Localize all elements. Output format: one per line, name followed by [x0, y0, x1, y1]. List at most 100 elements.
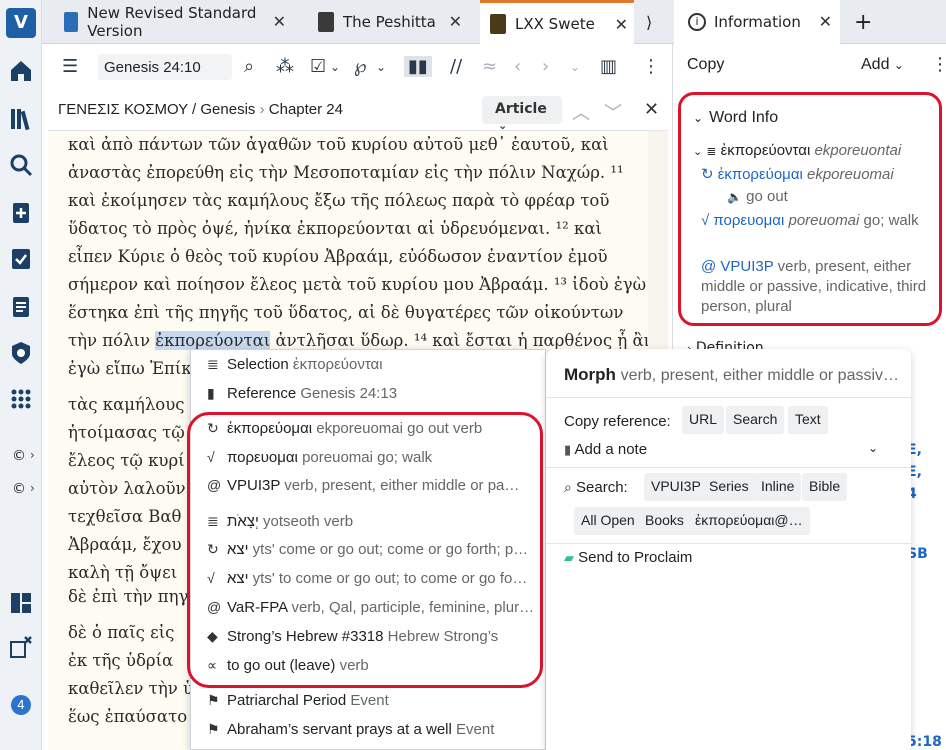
- search-lemma-button[interactable]: ἐκπορεύομαι@…: [688, 507, 810, 535]
- chevron-down-icon[interactable]: ⌄: [376, 60, 386, 74]
- breadcrumb-path[interactable]: ΓΕΝΕΣΙΣ ΚΟΣΜΟΥ / Genesis › Chapter 24: [58, 101, 343, 118]
- search-icon[interactable]: [8, 152, 34, 178]
- selected-word[interactable]: ἐκπορεύονται: [155, 331, 271, 350]
- note-icon: ▮: [564, 442, 572, 457]
- add-button[interactable]: Add ⌄: [861, 56, 904, 74]
- book-icon: [318, 12, 334, 32]
- checklist-icon[interactable]: [8, 246, 34, 272]
- tab-peshitta[interactable]: The Peshitta ✕: [318, 0, 468, 44]
- tab-label: LXX Swete: [515, 14, 595, 33]
- library-icon[interactable]: [8, 106, 34, 132]
- panel-layout-icon[interactable]: ▥: [600, 56, 617, 77]
- columns-icon[interactable]: ▮▮: [404, 56, 432, 77]
- tab-scroll-right[interactable]: ⟩: [646, 0, 672, 44]
- add-note-button[interactable]: ▮ Add a note: [564, 441, 647, 458]
- more-options-icon[interactable]: ⋮: [931, 54, 946, 75]
- reference-input[interactable]: [98, 54, 232, 80]
- new-tab-button[interactable]: +: [854, 0, 878, 44]
- chevron-right-icon[interactable]: ›: [30, 448, 35, 462]
- root-row[interactable]: √ πορευομαι poreuomai go; walk: [701, 211, 929, 231]
- search-label: ⌕ Search:: [564, 479, 628, 496]
- chevron-down-icon[interactable]: ⌄: [570, 60, 580, 74]
- interlinear-icon[interactable]: ℘: [354, 56, 367, 77]
- close-icon[interactable]: ✕: [615, 15, 628, 34]
- lemma-icon: ↻: [701, 166, 714, 183]
- chevron-down-icon[interactable]: ⌄: [330, 60, 340, 74]
- close-icon[interactable]: ✕: [644, 99, 659, 120]
- send-to-proclaim-button[interactable]: ▰ Send to Proclaim: [564, 549, 692, 566]
- sync-icon[interactable]: ≈: [482, 56, 497, 77]
- text-line: τὰς καμήλους: [68, 395, 185, 414]
- chevron-right-icon[interactable]: ⟩: [646, 13, 652, 32]
- chevron-down-icon[interactable]: ⌄: [868, 441, 878, 455]
- chevron-down-icon: ⌄: [693, 146, 703, 158]
- chevron-right-icon[interactable]: ›: [542, 56, 549, 77]
- speaker-icon: 🔈: [727, 190, 742, 204]
- surface-form-row[interactable]: ⌄ ≣ ἐκπορεύονται ekporeuontai: [693, 141, 929, 162]
- text-line: ἐκ τῆς ὑδρία: [68, 651, 174, 670]
- morph-row[interactable]: @ VPUI3P verb, present, either middle or…: [701, 257, 929, 317]
- lemma-row[interactable]: ↻ ἐκπορεύομαι ekporeuomai: [701, 165, 929, 185]
- tab-nrsv[interactable]: New Revised Standard Version ✕: [64, 0, 292, 44]
- tab-information[interactable]: i Information ✕: [674, 0, 840, 44]
- text-line: ὕδατος τὸ πρὸς ὀψέ, ἡνίκα ἐκπορεύονται α…: [68, 219, 602, 238]
- search-bible-button[interactable]: Bible: [802, 473, 848, 501]
- document-icon[interactable]: [8, 294, 34, 320]
- logos-logo-icon[interactable]: V: [6, 8, 36, 38]
- menu-item-reference[interactable]: ▮ Reference Genesis 24:13: [207, 385, 537, 402]
- text-line: ἕστηκα ἐπὶ τῆς πηγῆς τοῦ ὕδατος, αἱ δὲ θ…: [68, 303, 624, 322]
- scrollbar[interactable]: [648, 131, 668, 351]
- layout-icon[interactable]: [8, 590, 34, 616]
- copyright-icon[interactable]: ©: [12, 481, 26, 497]
- text-line: καὶ ἀπὸ πάντων τῶν ἀγαθῶν τοῦ κυρίου αὐτ…: [68, 135, 609, 154]
- copy-reference-label: Copy reference:: [564, 413, 671, 430]
- text-line: καὶ ἐκοίμησεν τὰς καμήλους ἔξω τῆς πόλεω…: [68, 191, 610, 210]
- more-options-icon[interactable]: ⋮: [642, 56, 660, 77]
- chevron-down-icon[interactable]: ﹀: [604, 99, 622, 125]
- menu-item-selection[interactable]: ≣ Selection ἐκπορεύονται: [207, 356, 537, 373]
- tab-lxx-swete[interactable]: LXX Swete ✕: [480, 0, 634, 44]
- chevron-up-icon[interactable]: ︿: [572, 99, 590, 125]
- text-line: δὲ ὁ παῖς εἰς: [68, 623, 175, 642]
- text-line: τὴν πόλιν ἐκπορεύονται ἀντλῆσαι ὕδωρ. ¹⁴…: [68, 331, 648, 350]
- atlas-icon[interactable]: [8, 340, 34, 366]
- chevron-left-icon[interactable]: ‹: [514, 56, 521, 77]
- copy-text-button[interactable]: Text: [788, 406, 828, 434]
- proclaim-icon: ▰: [564, 550, 574, 565]
- parallel-resources-icon[interactable]: ⁂: [276, 56, 294, 77]
- morph-panel: Morph verb, present, either middle or pa…: [546, 349, 911, 750]
- search-morph-button[interactable]: VPUI3P: [644, 473, 708, 501]
- search-books-button[interactable]: Books: [638, 507, 691, 535]
- close-icon[interactable]: ✕: [449, 12, 462, 31]
- text-line: καθεῖλεν τὴν ὑ: [68, 679, 194, 698]
- lemma-gloss-row[interactable]: 🔈 go out: [727, 187, 927, 207]
- word-info-header[interactable]: ⌄ Word Info: [693, 109, 778, 127]
- search-series-button[interactable]: Series: [702, 473, 756, 501]
- close-panels-icon[interactable]: [8, 634, 34, 660]
- copy-button[interactable]: Copy: [687, 56, 724, 74]
- tab-strip: New Revised Standard Version ✕ The Peshi…: [42, 0, 946, 44]
- plus-icon[interactable]: +: [854, 10, 872, 35]
- home-icon[interactable]: [8, 58, 34, 84]
- close-icon[interactable]: ✕: [819, 12, 832, 31]
- close-icon[interactable]: ✕: [273, 12, 286, 31]
- copy-search-button[interactable]: Search: [726, 406, 785, 434]
- chevron-down-icon: ⌄: [693, 111, 704, 125]
- checkbox-icon[interactable]: ☑: [310, 56, 326, 77]
- add-document-icon[interactable]: [8, 200, 34, 226]
- menu-item-event[interactable]: ⚑ Patriarchal Period Event: [207, 692, 537, 709]
- copyright-icon[interactable]: ©: [12, 448, 26, 464]
- search-inline-button[interactable]: Inline: [754, 473, 802, 501]
- search-all-open-button[interactable]: All Open: [574, 507, 642, 535]
- article-dropdown[interactable]: Article ⌄: [482, 96, 562, 132]
- menu-icon[interactable]: ☰: [62, 56, 78, 77]
- menu-item-event[interactable]: ⚑ Abraham’s servant prays at a well Event: [207, 721, 537, 738]
- text-icon: ≣: [706, 144, 717, 158]
- chevron-right-icon[interactable]: ›: [30, 481, 35, 495]
- copy-url-button[interactable]: URL: [682, 406, 725, 434]
- parallel-icon[interactable]: //: [450, 56, 462, 77]
- apps-grid-icon[interactable]: [8, 386, 34, 412]
- notification-badge[interactable]: 4: [11, 695, 31, 715]
- text-line: εἶπεν Κύριε ὁ θεὸς τοῦ κυρίου Ἀβραάμ, εὐ…: [68, 247, 608, 266]
- search-icon[interactable]: ⌕: [244, 56, 254, 77]
